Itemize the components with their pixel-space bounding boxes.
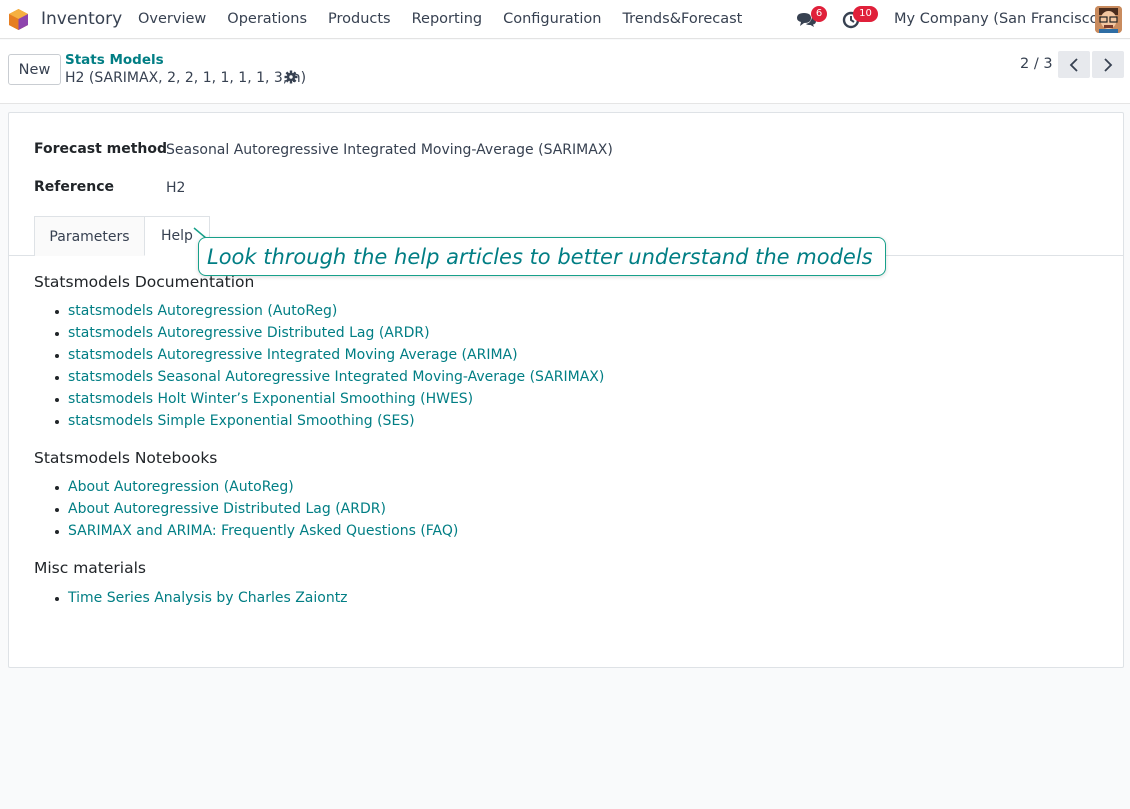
gear-icon[interactable] (284, 70, 298, 84)
company-switcher[interactable]: My Company (San Francisco) (894, 11, 1104, 27)
list-item: statsmodels Simple Exponential Smoothing… (34, 410, 604, 432)
form-sheet: Forecast method Seasonal Autoregressive … (8, 112, 1124, 668)
help-link[interactable]: statsmodels Simple Exponential Smoothing… (68, 413, 415, 429)
list-item: About Autoregression (AutoReg) (34, 476, 458, 498)
pager-value[interactable]: 2 / 3 (1020, 56, 1053, 72)
activities-badge: 10 (853, 6, 878, 22)
menu-trends-forecast[interactable]: Trends&Forecast (622, 11, 742, 27)
onboarding-tooltip[interactable]: Look through the help articles to better… (198, 237, 886, 276)
breadcrumb-stats-models[interactable]: Stats Models (65, 52, 164, 68)
help-link[interactable]: About Autoregressive Distributed Lag (AR… (68, 501, 386, 517)
user-avatar[interactable] (1095, 6, 1122, 33)
pager-next-button[interactable] (1092, 51, 1124, 78)
list-item: Time Series Analysis by Charles Zaiontz (34, 587, 348, 609)
new-button[interactable]: New (8, 54, 61, 85)
section-title-misc: Misc materials (34, 559, 146, 577)
avatar-icon (1095, 6, 1122, 33)
documentation-links: statsmodels Autoregression (AutoReg) sta… (34, 300, 604, 432)
list-item: SARIMAX and ARIMA: Frequently Asked Ques… (34, 520, 458, 542)
record-title: H2 (SARIMAX, 2, 2, 1, 1, 1, 1, 3, n) (65, 70, 307, 86)
help-link[interactable]: About Autoregression (AutoReg) (68, 479, 294, 495)
chevron-right-icon (1104, 57, 1113, 72)
help-link[interactable]: SARIMAX and ARIMA: Frequently Asked Ques… (68, 523, 458, 539)
notebook-links: About Autoregression (AutoReg) About Aut… (34, 476, 458, 542)
reference-label: Reference (34, 179, 115, 195)
messages-button[interactable]: 6 (795, 6, 827, 30)
menu-overview[interactable]: Overview (138, 11, 206, 27)
list-item: statsmodels Seasonal Autoregressive Inte… (34, 366, 604, 388)
main-menu: Overview Operations Products Reporting C… (138, 11, 763, 27)
help-link[interactable]: statsmodels Seasonal Autoregressive Inte… (68, 369, 604, 385)
list-item: statsmodels Autoregressive Distributed L… (34, 322, 604, 344)
forecast-method-field[interactable]: Seasonal Autoregressive Integrated Movin… (166, 142, 613, 158)
top-navbar: Inventory Overview Operations Products R… (0, 0, 1130, 39)
misc-links: Time Series Analysis by Charles Zaiontz (34, 587, 348, 609)
inventory-app-icon[interactable] (8, 9, 29, 30)
section-title-notebooks: Statsmodels Notebooks (34, 449, 218, 467)
reference-field[interactable]: H2 (166, 180, 185, 196)
pager-previous-button[interactable] (1058, 51, 1090, 78)
menu-reporting[interactable]: Reporting (412, 11, 483, 27)
help-link[interactable]: statsmodels Autoregressive Integrated Mo… (68, 347, 518, 363)
help-link[interactable]: Time Series Analysis by Charles Zaiontz (68, 590, 348, 606)
help-link[interactable]: statsmodels Autoregressive Distributed L… (68, 325, 430, 341)
menu-products[interactable]: Products (328, 11, 391, 27)
list-item: statsmodels Autoregression (AutoReg) (34, 300, 604, 322)
control-panel: New Stats Models H2 (SARIMAX, 2, 2, 1, 1… (0, 40, 1130, 104)
menu-configuration[interactable]: Configuration (503, 11, 601, 27)
menu-operations[interactable]: Operations (227, 11, 307, 27)
list-item: About Autoregressive Distributed Lag (AR… (34, 498, 458, 520)
help-link[interactable]: statsmodels Holt Winter’s Exponential Sm… (68, 391, 473, 407)
help-link[interactable]: statsmodels Autoregression (AutoReg) (68, 303, 337, 319)
forecast-method-label: Forecast method (34, 141, 168, 157)
chevron-left-icon (1069, 57, 1078, 72)
list-item: statsmodels Autoregressive Integrated Mo… (34, 344, 604, 366)
activities-button[interactable]: 10 (842, 6, 878, 30)
app-name[interactable]: Inventory (41, 9, 122, 29)
list-item: statsmodels Holt Winter’s Exponential Sm… (34, 388, 604, 410)
messages-badge: 6 (811, 6, 827, 22)
tab-parameters[interactable]: Parameters (34, 216, 145, 256)
